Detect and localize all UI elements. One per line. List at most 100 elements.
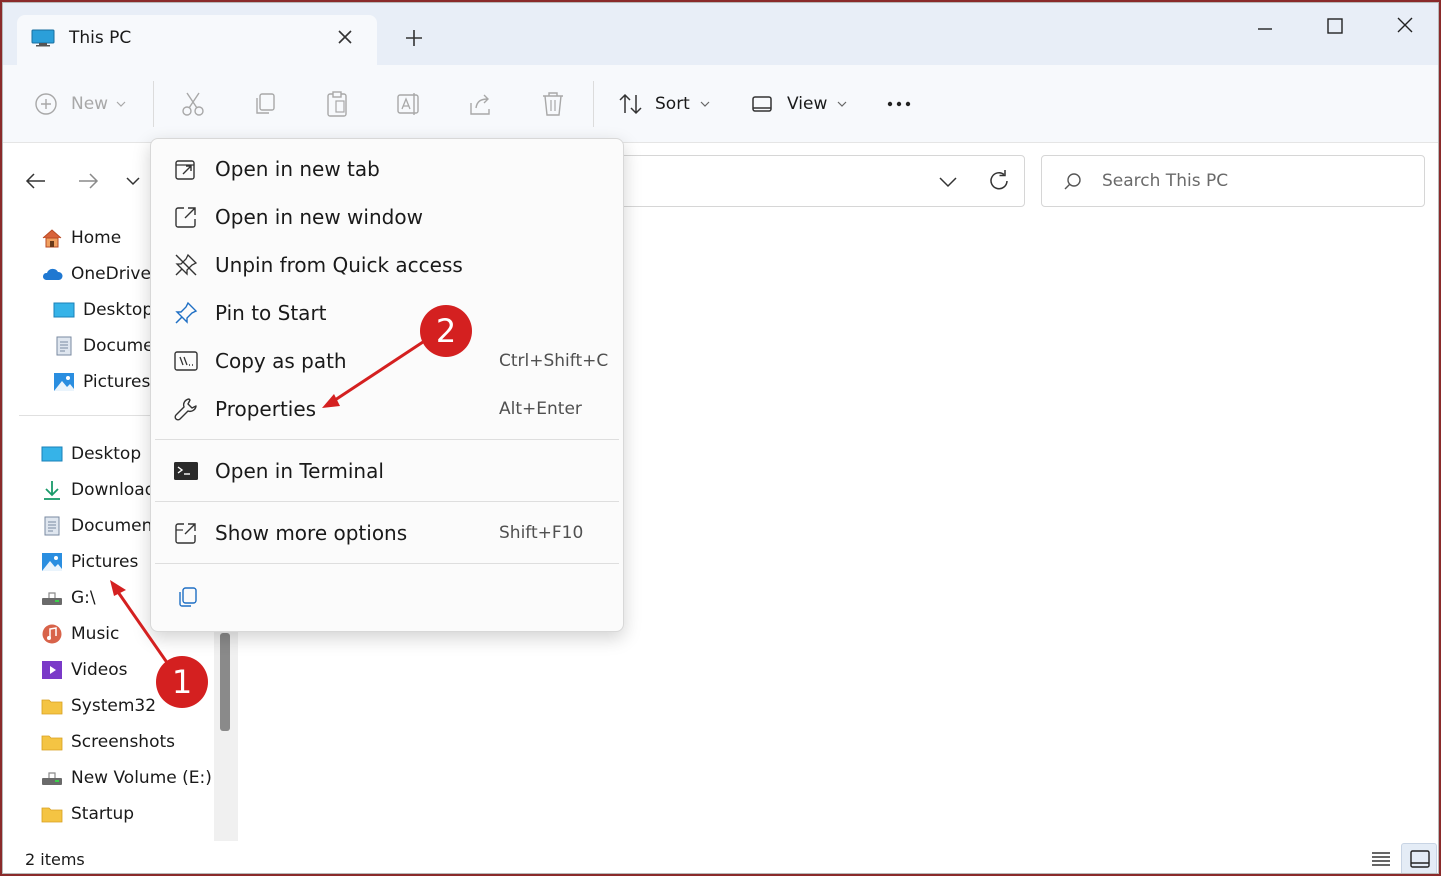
sidebar-item-videos[interactable]: Videos — [41, 655, 128, 685]
annotation-badge-2: 2 — [420, 305, 472, 357]
chevron-down-icon — [700, 101, 710, 107]
minimize-icon[interactable] — [1237, 11, 1293, 47]
menu-shortcut: Shift+F10 — [499, 523, 584, 543]
sidebar-item-documents[interactable]: Document — [41, 511, 159, 541]
copy-icon[interactable] — [175, 585, 199, 609]
menu-item-open-in-new-tab[interactable]: Open in new tab — [151, 145, 623, 193]
sidebar-item-onedrive-desktop[interactable]: Desktop — [53, 295, 153, 325]
sidebar-item-label: Desktop — [71, 444, 142, 464]
sidebar-divider — [19, 415, 153, 416]
desktop-icon — [41, 446, 63, 462]
rename-icon[interactable] — [395, 89, 423, 119]
drive-icon — [42, 592, 62, 605]
cut-icon[interactable] — [179, 89, 207, 119]
copy-path-icon — [174, 351, 198, 371]
cloud-icon — [42, 268, 63, 280]
large-icons-view-icon — [1410, 850, 1430, 868]
view-button[interactable]: View — [751, 89, 849, 119]
this-pc-icon — [31, 29, 55, 47]
sidebar-item-label: Desktop — [83, 300, 154, 320]
new-label: New — [71, 94, 109, 114]
toolbar-divider — [593, 81, 594, 127]
menu-item-open-in-new-window[interactable]: Open in new window — [151, 193, 623, 241]
sidebar-item-home[interactable]: Home — [41, 223, 121, 253]
add-icon — [35, 93, 57, 115]
menu-label: Properties — [215, 397, 317, 421]
chevron-down-icon — [116, 101, 126, 107]
sidebar-item-label: OneDrive — [71, 264, 151, 284]
videos-icon — [42, 661, 62, 679]
new-tab-icon[interactable] — [401, 25, 427, 51]
sidebar-item-onedrive[interactable]: OneDrive — [41, 259, 151, 289]
folder-icon — [41, 699, 63, 715]
scrollbar-thumb[interactable] — [220, 633, 230, 731]
sidebar-item-startup[interactable]: Startup — [41, 799, 134, 829]
open-new-window-icon — [175, 207, 196, 228]
menu-item-open-in-terminal[interactable]: Open in Terminal — [151, 447, 623, 495]
document-icon — [56, 336, 72, 356]
menu-shortcut: Alt+Enter — [499, 399, 582, 419]
search-placeholder: Search This PC — [1102, 171, 1229, 191]
open-new-tab-icon — [175, 160, 195, 180]
sidebar-item-label: Music — [71, 624, 120, 644]
music-icon — [42, 624, 62, 644]
menu-item-pin-to-start[interactable]: Pin to Start — [151, 289, 623, 337]
sidebar-item-onedrive-pictures[interactable]: Pictures — [53, 367, 150, 397]
item-count: 2 items — [25, 850, 85, 869]
sidebar-item-onedrive-documents[interactable]: Docume — [53, 331, 154, 361]
sidebar-item-pictures[interactable]: Pictures — [41, 547, 138, 577]
menu-label: Unpin from Quick access — [215, 253, 463, 277]
sidebar-item-system32[interactable]: System32 — [41, 691, 156, 721]
menu-item-unpin-quick-access[interactable]: Unpin from Quick access — [151, 241, 623, 289]
sidebar-item-screenshots[interactable]: Screenshots — [41, 727, 175, 757]
sort-button[interactable]: Sort — [617, 89, 712, 119]
refresh-icon[interactable] — [986, 168, 1012, 194]
more-icon[interactable] — [885, 89, 915, 119]
menu-shortcut: Ctrl+Shift+C — [499, 351, 609, 371]
recent-locations-chevron-icon[interactable] — [123, 171, 143, 191]
close-tab-icon[interactable] — [333, 25, 357, 49]
terminal-icon — [174, 462, 198, 480]
desktop-icon — [53, 302, 75, 318]
menu-label: Pin to Start — [215, 301, 327, 325]
folder-icon — [41, 735, 63, 751]
copy-icon[interactable] — [251, 89, 279, 119]
delete-icon[interactable] — [539, 89, 567, 119]
sidebar-item-label: Videos — [71, 660, 128, 680]
menu-separator — [155, 439, 619, 440]
menu-label: Show more options — [215, 521, 408, 545]
menu-separator — [155, 501, 619, 502]
sidebar-item-label: Screenshots — [71, 732, 176, 752]
details-view-icon[interactable] — [1369, 848, 1393, 870]
view-label: View — [787, 94, 828, 114]
sidebar-item-label: Docume — [83, 336, 154, 356]
sidebar-item-desktop[interactable]: Desktop — [41, 439, 141, 469]
menu-item-copy-as-path[interactable]: Copy as path Ctrl+Shift+C — [151, 337, 623, 385]
command-bar: New Sort View — [3, 65, 1438, 143]
close-window-icon[interactable] — [1377, 11, 1433, 47]
forward-icon[interactable] — [75, 169, 101, 193]
status-bar: 2 items — [3, 841, 1438, 873]
maximize-icon[interactable] — [1307, 11, 1363, 47]
pictures-icon — [54, 373, 74, 391]
new-button[interactable]: New — [33, 89, 128, 119]
paste-icon[interactable] — [323, 89, 351, 119]
menu-label: Open in new window — [215, 205, 423, 229]
sidebar-item-label: Download — [71, 480, 156, 500]
address-dropdown-icon[interactable] — [936, 170, 960, 194]
sort-label: Sort — [655, 94, 690, 114]
menu-item-properties[interactable]: Properties Alt+Enter — [151, 385, 623, 433]
sidebar-item-new-volume[interactable]: New Volume (E:) — [41, 763, 212, 793]
back-icon[interactable] — [23, 169, 49, 193]
sidebar-item-label: G:\ — [71, 588, 96, 608]
download-icon — [44, 481, 60, 500]
share-icon[interactable] — [467, 89, 495, 119]
menu-item-show-more-options[interactable]: Show more options Shift+F10 — [151, 509, 623, 557]
tab-this-pc[interactable]: This PC — [17, 15, 377, 65]
sidebar-item-music[interactable]: Music — [41, 619, 119, 649]
sidebar-item-label: Startup — [71, 804, 135, 824]
sidebar-item-g-drive[interactable]: G:\ — [41, 583, 96, 613]
search-box[interactable]: Search This PC — [1041, 155, 1425, 207]
sidebar-item-downloads[interactable]: Download — [41, 475, 156, 505]
large-icons-view-button[interactable] — [1401, 843, 1437, 873]
